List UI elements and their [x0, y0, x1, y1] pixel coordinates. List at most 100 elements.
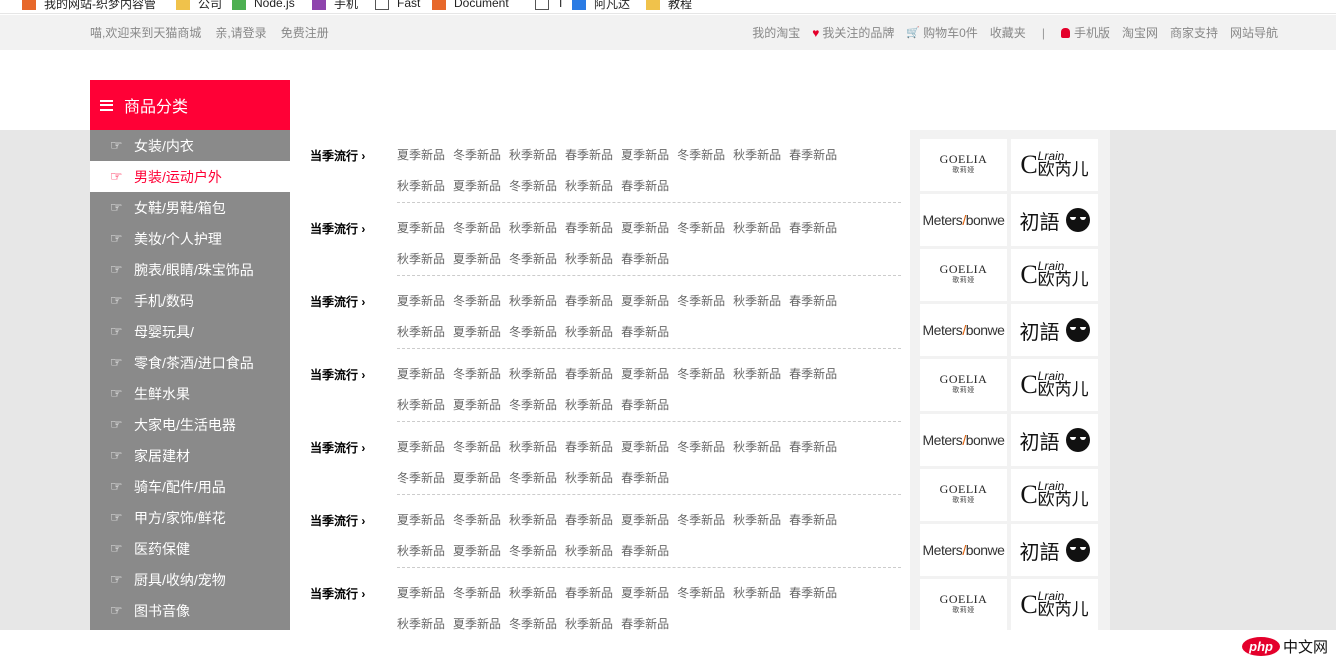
submenu-link[interactable]: 春季新品	[565, 140, 613, 171]
bookmark-item[interactable]: 公司	[176, 0, 222, 12]
submenu-link[interactable]: 夏季新品	[621, 505, 669, 536]
submenu-link[interactable]: 冬季新品	[397, 463, 445, 494]
submenu-link[interactable]: 春季新品	[789, 140, 837, 171]
submenu-link[interactable]: 秋季新品	[733, 578, 781, 609]
submenu-link[interactable]: 秋季新品	[509, 286, 557, 317]
submenu-link[interactable]: 秋季新品	[565, 609, 613, 630]
submenu-link[interactable]: 冬季新品	[509, 390, 557, 421]
submenu-link[interactable]: 夏季新品	[453, 390, 501, 421]
submenu-link[interactable]: 冬季新品	[677, 432, 725, 463]
submenu-link[interactable]: 夏季新品	[453, 244, 501, 275]
category-item[interactable]: ☞ 甲方/家饰/鲜花	[90, 502, 290, 533]
brand-goelia[interactable]: GOELIA 歌莉娅	[920, 139, 1007, 191]
submenu-link[interactable]: 秋季新品	[733, 213, 781, 244]
submenu-link[interactable]: 秋季新品	[397, 171, 445, 202]
submenu-link[interactable]: 秋季新品	[733, 140, 781, 171]
submenu-link[interactable]: 春季新品	[789, 359, 837, 390]
category-item[interactable]: ☞ 母婴玩具/	[90, 316, 290, 347]
submenu-row-title[interactable]: 当季流行 ›	[310, 220, 365, 237]
submenu-link[interactable]: 秋季新品	[565, 317, 613, 348]
brand-metersbonwe[interactable]: Meters/bonwe	[920, 414, 1007, 466]
submenu-link[interactable]: 冬季新品	[509, 244, 557, 275]
category-item[interactable]: ☞ 男装/运动户外	[90, 161, 290, 192]
submenu-link[interactable]: 冬季新品	[453, 432, 501, 463]
submenu-link[interactable]: 冬季新品	[453, 140, 501, 171]
submenu-link[interactable]: 夏季新品	[621, 578, 669, 609]
submenu-link[interactable]: 春季新品	[565, 432, 613, 463]
brand-goelia[interactable]: GOELIA 歌莉娅	[920, 359, 1007, 411]
submenu-link[interactable]: 夏季新品	[397, 505, 445, 536]
submenu-link[interactable]: 夏季新品	[621, 432, 669, 463]
brand-goelia[interactable]: GOELIA 歌莉娅	[920, 249, 1007, 301]
brand-chuyu[interactable]: 初語	[1011, 414, 1098, 466]
brand-metersbonwe[interactable]: Meters/bonwe	[920, 194, 1007, 246]
category-item[interactable]: ☞ 美妆/个人护理	[90, 223, 290, 254]
submenu-link[interactable]: 春季新品	[565, 505, 613, 536]
category-item[interactable]: ☞ 图书音像	[90, 595, 290, 626]
submenu-link[interactable]: 夏季新品	[621, 359, 669, 390]
submenu-row-title[interactable]: 当季流行 ›	[310, 585, 365, 602]
brand-clrain[interactable]: C Lrain 欧芮儿	[1011, 579, 1098, 630]
my-taobao-link[interactable]: 我的淘宝	[752, 24, 800, 41]
submenu-link[interactable]: 秋季新品	[397, 317, 445, 348]
submenu-link[interactable]: 春季新品	[621, 244, 669, 275]
bookmark-item[interactable]: T	[535, 0, 564, 12]
submenu-link[interactable]: 春季新品	[621, 317, 669, 348]
submenu-row-title[interactable]: 当季流行 ›	[310, 147, 365, 164]
category-item[interactable]: ☞ 腕表/眼睛/珠宝饰品	[90, 254, 290, 285]
taobao-link[interactable]: 淘宝网	[1122, 24, 1158, 41]
submenu-link[interactable]: 秋季新品	[509, 359, 557, 390]
submenu-link[interactable]: 夏季新品	[397, 359, 445, 390]
submenu-link[interactable]: 夏季新品	[453, 317, 501, 348]
submenu-link[interactable]: 夏季新品	[621, 140, 669, 171]
submenu-link[interactable]: 秋季新品	[565, 171, 613, 202]
submenu-link[interactable]: 秋季新品	[397, 609, 445, 630]
submenu-link[interactable]: 秋季新品	[509, 578, 557, 609]
submenu-link[interactable]: 秋季新品	[509, 213, 557, 244]
category-item[interactable]: ☞ 女鞋/男鞋/箱包	[90, 192, 290, 223]
submenu-link[interactable]: 秋季新品	[733, 359, 781, 390]
submenu-link[interactable]: 秋季新品	[565, 390, 613, 421]
submenu-link[interactable]: 春季新品	[621, 609, 669, 630]
submenu-link[interactable]: 春季新品	[789, 286, 837, 317]
submenu-link[interactable]: 夏季新品	[397, 286, 445, 317]
submenu-link[interactable]: 冬季新品	[509, 171, 557, 202]
submenu-link[interactable]: 秋季新品	[565, 463, 613, 494]
submenu-link[interactable]: 秋季新品	[397, 244, 445, 275]
submenu-row-title[interactable]: 当季流行 ›	[310, 293, 365, 310]
submenu-link[interactable]: 夏季新品	[621, 213, 669, 244]
submenu-link[interactable]: 夏季新品	[397, 432, 445, 463]
site-nav-link[interactable]: 网站导航	[1230, 24, 1278, 41]
category-item[interactable]: ☞ 骑车/配件/用品	[90, 471, 290, 502]
submenu-link[interactable]: 秋季新品	[509, 432, 557, 463]
brand-clrain[interactable]: C Lrain 欧芮儿	[1011, 139, 1098, 191]
submenu-link[interactable]: 冬季新品	[453, 286, 501, 317]
category-header[interactable]: 商品分类	[90, 80, 290, 130]
submenu-link[interactable]: 秋季新品	[733, 286, 781, 317]
submenu-link[interactable]: 秋季新品	[509, 140, 557, 171]
category-item[interactable]: ☞ 女装/内衣	[90, 130, 290, 161]
submenu-link[interactable]: 冬季新品	[677, 578, 725, 609]
submenu-row-title[interactable]: 当季流行 ›	[310, 512, 365, 529]
submenu-link[interactable]: 春季新品	[565, 359, 613, 390]
submenu-link[interactable]: 秋季新品	[565, 536, 613, 567]
register-link[interactable]: 免费注册	[281, 24, 329, 41]
merchant-support-link[interactable]: 商家支持	[1170, 24, 1218, 41]
submenu-link[interactable]: 春季新品	[565, 213, 613, 244]
mobile-link[interactable]: 手机版	[1060, 24, 1110, 41]
submenu-link[interactable]: 春季新品	[621, 390, 669, 421]
login-link[interactable]: 亲,请登录	[215, 24, 266, 41]
submenu-link[interactable]: 夏季新品	[397, 140, 445, 171]
submenu-link[interactable]: 夏季新品	[453, 171, 501, 202]
submenu-link[interactable]: 冬季新品	[509, 317, 557, 348]
submenu-row-title[interactable]: 当季流行 ›	[310, 366, 365, 383]
brand-goelia[interactable]: GOELIA 歌莉娅	[920, 579, 1007, 630]
category-item[interactable]: ☞ 手机/数码	[90, 285, 290, 316]
category-item[interactable]: ☞ 大家电/生活电器	[90, 409, 290, 440]
category-item[interactable]: ☞ 零食/茶酒/进口食品	[90, 347, 290, 378]
submenu-link[interactable]: 秋季新品	[733, 432, 781, 463]
category-item[interactable]: ☞ 厨具/收纳/宠物	[90, 564, 290, 595]
brand-chuyu[interactable]: 初語	[1011, 304, 1098, 356]
submenu-link[interactable]: 春季新品	[621, 171, 669, 202]
submenu-link[interactable]: 夏季新品	[453, 536, 501, 567]
